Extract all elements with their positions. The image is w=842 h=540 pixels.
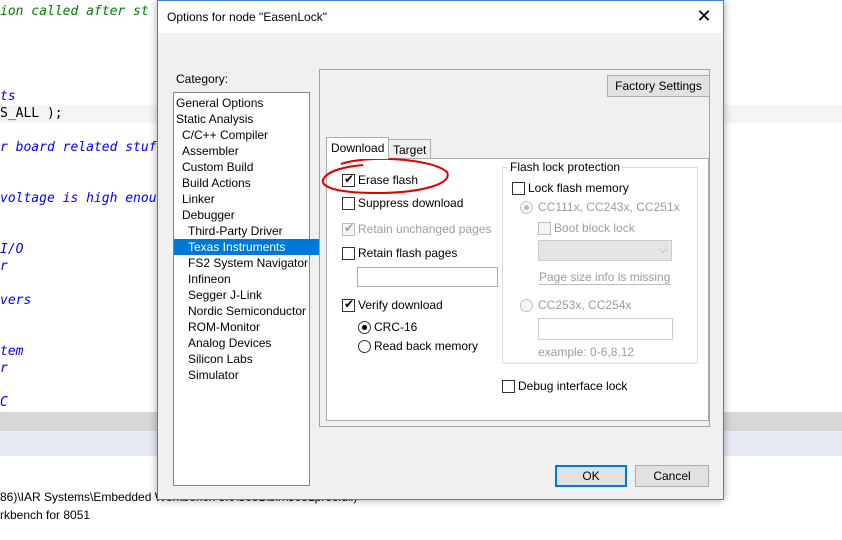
boot-block-lock-label: Boot block lock <box>554 221 635 235</box>
boot-block-combo[interactable]: ⌵ <box>538 240 672 261</box>
category-item[interactable]: Analog Devices <box>174 335 271 351</box>
close-icon[interactable]: ✕ <box>695 7 713 25</box>
category-list[interactable]: General Options Static Analysis C/C++ Comp… <box>173 92 319 486</box>
retain-unchanged-label: Retain unchanged pages <box>358 222 492 236</box>
code-line: ion called after st <box>0 4 149 19</box>
options-panel: Factory Settings Download Target ✔ Erase… <box>319 69 710 427</box>
category-item[interactable]: Custom Build <box>174 159 253 175</box>
code-line: r <box>0 259 8 274</box>
code-line: r board related stuf <box>0 140 157 155</box>
category-item[interactable]: FS2 System Navigator <box>174 255 308 271</box>
category-item[interactable]: Third-Party Driver <box>174 223 283 239</box>
suppress-download-label: Suppress download <box>358 196 464 210</box>
retain-flash-pages-label: Retain flash pages <box>358 246 458 260</box>
code-line: r <box>0 361 8 376</box>
debug-interface-lock-label: Debug interface lock <box>518 379 628 393</box>
debug-interface-lock-checkbox[interactable] <box>502 380 515 393</box>
code-line: voltage is high enou <box>0 191 157 206</box>
crc16-radio[interactable] <box>358 321 371 334</box>
cc253x-label: CC253x, CC254x <box>538 298 632 312</box>
category-item[interactable]: C/C++ Compiler <box>174 127 268 143</box>
check-icon: ✔ <box>344 172 355 186</box>
check-icon: ✔ <box>344 297 355 311</box>
category-label: Category: <box>176 72 229 86</box>
category-item[interactable]: Linker <box>174 191 215 207</box>
verify-download-checkbox[interactable]: ✔ <box>342 297 355 312</box>
category-item[interactable]: Nordic Semiconductor <box>174 303 306 319</box>
category-item[interactable]: Assembler <box>174 143 239 159</box>
category-item[interactable]: Infineon <box>174 271 231 287</box>
options-dialog: Options for node "EasenLock" ✕ Category:… <box>157 0 724 500</box>
category-item[interactable]: ROM-Monitor <box>174 319 260 335</box>
code-line: I/O <box>0 242 24 257</box>
cc111x-label: CC111x, CC243x, CC251x <box>538 200 680 214</box>
category-item[interactable]: Segger J-Link <box>174 287 262 303</box>
lock-flash-memory-checkbox[interactable] <box>512 182 525 195</box>
cc111x-radio[interactable] <box>520 201 533 214</box>
category-item[interactable]: Build Actions <box>174 175 251 191</box>
boot-block-lock-checkbox[interactable] <box>538 222 551 235</box>
dialog-titlebar: Options for node "EasenLock" ✕ <box>158 1 723 33</box>
category-item[interactable]: Simulator <box>174 367 239 383</box>
cc253x-radio[interactable] <box>520 299 533 312</box>
read-back-memory-radio[interactable] <box>358 340 371 353</box>
chevron-down-icon: ⌵ <box>658 244 667 256</box>
check-icon: ✔ <box>344 221 355 235</box>
crc16-label: CRC-16 <box>374 320 418 334</box>
example-hint: example: 0-6,8,12 <box>538 345 635 359</box>
cc253x-pages-input[interactable] <box>538 318 673 340</box>
cancel-button[interactable]: Cancel <box>635 465 709 487</box>
category-item[interactable]: General Options <box>174 95 263 111</box>
flash-lock-groupbox: Flash lock protection Lock flash memory … <box>502 160 698 364</box>
code-line: ts <box>0 89 16 104</box>
read-back-memory-label: Read back memory <box>374 339 479 353</box>
erase-flash-checkbox[interactable]: ✔ <box>342 172 355 187</box>
dialog-title: Options for node "EasenLock" <box>167 10 327 24</box>
erase-flash-label: Erase flash <box>358 173 419 187</box>
lock-flash-memory-label: Lock flash memory <box>528 181 629 195</box>
radio-dot-icon <box>524 205 529 210</box>
retain-flash-pages-input[interactable] <box>357 267 498 287</box>
category-item[interactable]: Silicon Labs <box>174 351 253 367</box>
category-item[interactable]: Texas Instruments <box>174 239 319 255</box>
flash-lock-group-title: Flash lock protection <box>508 160 623 174</box>
category-item[interactable]: Static Analysis <box>174 111 253 127</box>
code-line: S_ALL ); <box>0 106 63 121</box>
tab-target[interactable]: Target <box>388 139 432 159</box>
code-line: vers <box>0 293 32 308</box>
page-size-message: Page size info is missing <box>539 270 671 285</box>
code-line: C <box>0 395 8 410</box>
retain-unchanged-checkbox[interactable]: ✔ <box>342 221 355 236</box>
radio-dot-icon <box>362 325 367 330</box>
verify-download-label: Verify download <box>358 298 443 312</box>
download-tab-page: ✔ Erase flash Suppress download ✔ Retain… <box>326 158 709 421</box>
tab-download[interactable]: Download <box>326 137 390 159</box>
code-line: tem <box>0 344 24 359</box>
ok-button[interactable]: OK <box>555 465 627 487</box>
log-line: rkbench for 8051 <box>0 508 91 522</box>
factory-settings-button[interactable]: Factory Settings <box>607 75 710 97</box>
retain-flash-pages-checkbox[interactable] <box>342 247 355 260</box>
category-item[interactable]: Debugger <box>174 207 235 223</box>
suppress-download-checkbox[interactable] <box>342 197 355 210</box>
